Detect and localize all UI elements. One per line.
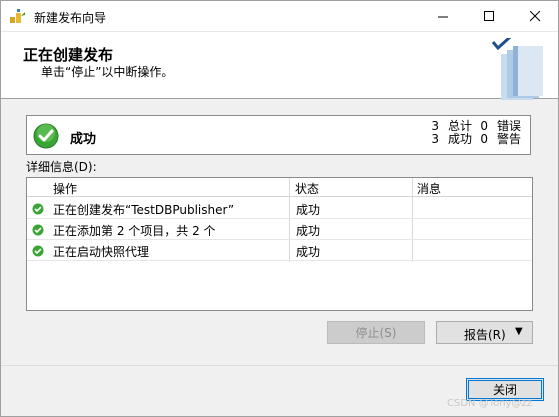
wizard-header-banner: 正在创建发布 单击“停止”以中断操作。	[1, 31, 558, 100]
close-icon	[529, 10, 540, 21]
success-check-icon	[32, 203, 44, 215]
row-action: 正在启动快照代理	[53, 245, 150, 259]
warning-label: 警告	[497, 132, 522, 146]
success-count: 3	[431, 132, 439, 146]
dropdown-arrow-icon: ▼	[515, 326, 523, 337]
details-grid[interactable]: 操作 状态 消息 正在创建发布“TestDBPublisher” 成功 正在添加…	[26, 177, 533, 311]
table-row[interactable]: 正在启动快照代理 成功	[27, 240, 532, 261]
row-status: 成功	[296, 224, 321, 238]
publication-books-icon	[491, 38, 543, 100]
title-bar: 新建发布向导	[1, 1, 558, 31]
maximize-button[interactable]	[466, 1, 512, 31]
wizard-app-icon	[10, 9, 25, 23]
report-button[interactable]: 报告(R) ▼	[436, 321, 533, 344]
footer-divider	[1, 365, 558, 366]
watermark-text: CSDN @Tony@zz	[447, 398, 532, 409]
column-header-message[interactable]: 消息	[417, 180, 441, 197]
success-check-icon	[32, 245, 44, 257]
report-button-label: 报告(R)	[464, 328, 506, 342]
row-status: 成功	[296, 245, 321, 259]
table-row[interactable]: 正在添加第 2 个项目，共 2 个 成功	[27, 219, 532, 240]
new-publication-wizard-window: 新建发布向导 正在创建发布 单击“停止”以中断操作。 成功 3 总计 0 错误 …	[0, 0, 559, 417]
window-title: 新建发布向导	[34, 11, 107, 25]
status-text: 成功	[70, 132, 97, 147]
success-check-icon	[33, 123, 59, 149]
page-title: 正在创建发布	[23, 46, 114, 64]
status-summary-panel: 成功 3 总计 0 错误 3 成功 0 警告	[26, 115, 531, 155]
row-status: 成功	[296, 203, 321, 217]
table-row[interactable]: 正在创建发布“TestDBPublisher” 成功	[27, 198, 532, 219]
details-label: 详细信息(D):	[26, 160, 97, 174]
minimize-icon	[437, 16, 448, 17]
maximize-icon	[483, 10, 494, 21]
warning-count: 0	[480, 132, 488, 146]
minimize-button[interactable]	[420, 1, 466, 31]
success-check-icon	[32, 224, 44, 236]
row-action: 正在创建发布“TestDBPublisher”	[53, 203, 235, 217]
grid-header: 操作 状态 消息	[27, 178, 532, 197]
row-action: 正在添加第 2 个项目，共 2 个	[53, 224, 216, 238]
column-header-action[interactable]: 操作	[53, 180, 77, 197]
column-header-status[interactable]: 状态	[295, 180, 319, 197]
stop-button[interactable]: 停止(S)	[327, 321, 425, 344]
page-subtitle: 单击“停止”以中断操作。	[41, 65, 174, 79]
success-label: 成功	[448, 132, 473, 146]
close-window-button[interactable]	[512, 1, 558, 31]
